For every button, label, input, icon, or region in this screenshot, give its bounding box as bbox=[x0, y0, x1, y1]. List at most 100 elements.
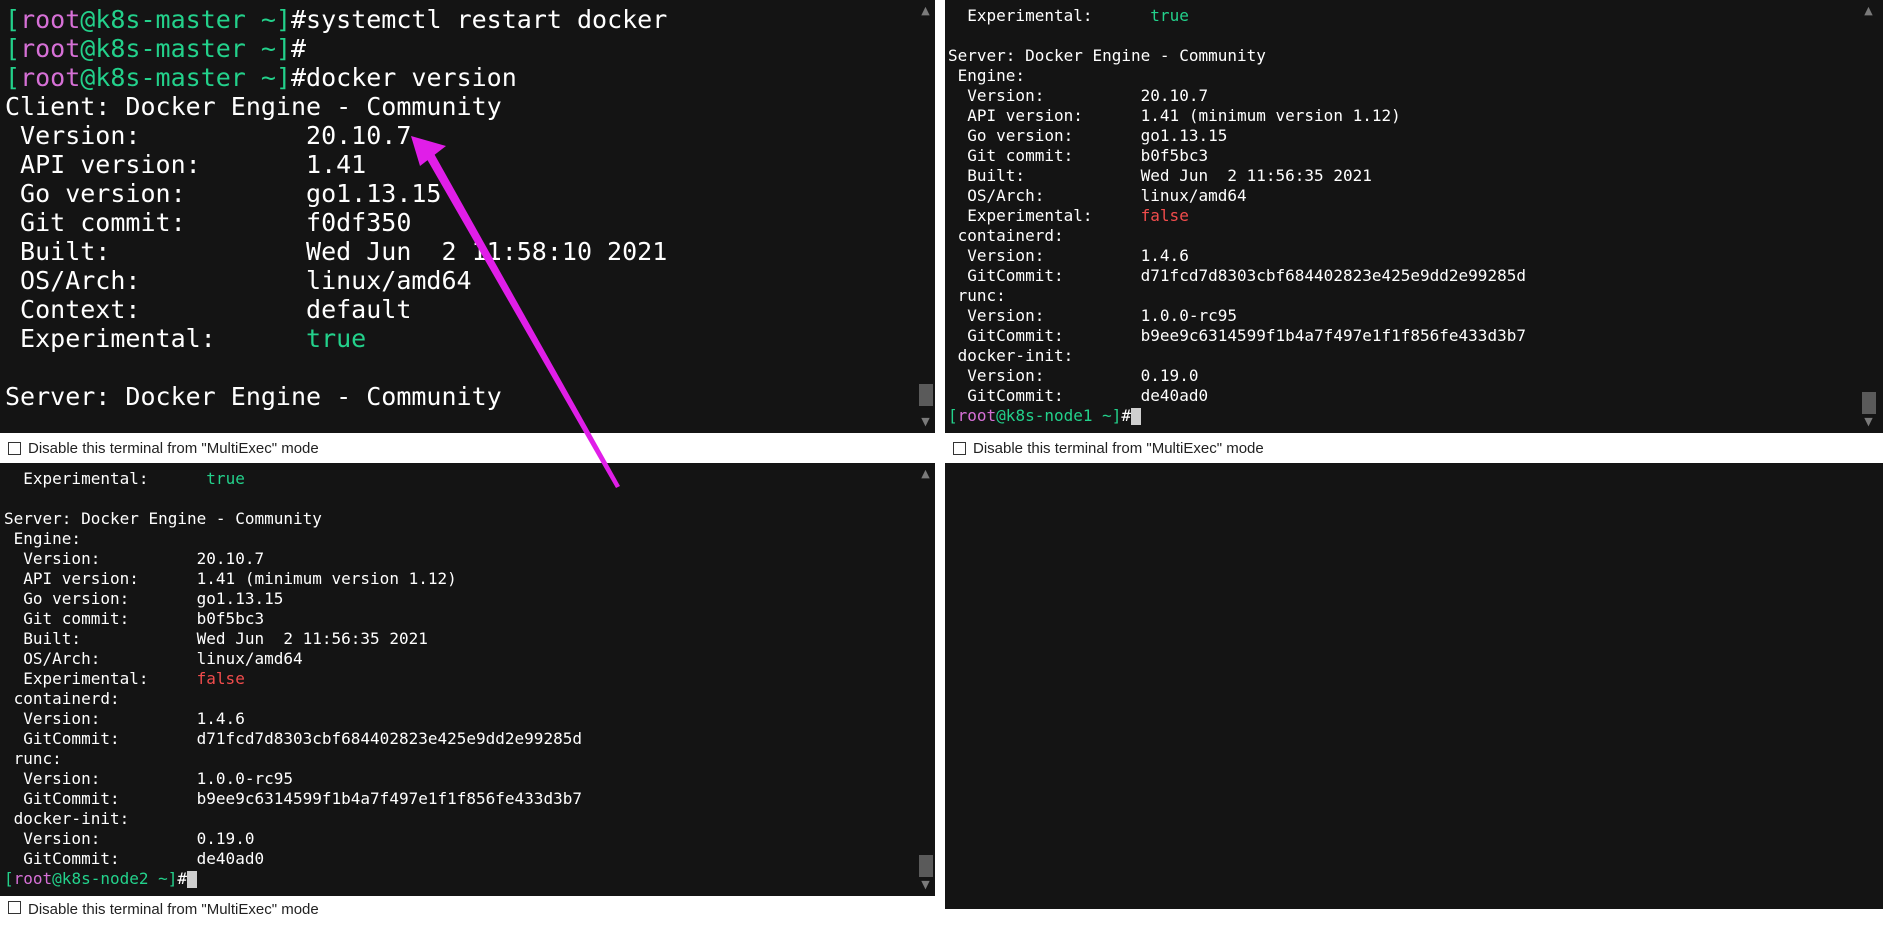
multiexec-bar-node1: Disable this terminal from "MultiExec" m… bbox=[945, 433, 1883, 463]
terminal-line: OS/Arch: linux/amd64 bbox=[4, 649, 582, 669]
terminal-line: Context: default bbox=[5, 295, 667, 324]
scrollbar-master[interactable]: ▲ ▼ bbox=[916, 0, 935, 433]
terminal-line: GitCommit: de40ad0 bbox=[948, 386, 1526, 406]
terminal-line: Version: 0.19.0 bbox=[4, 829, 582, 849]
terminal-line: Experimental: true bbox=[5, 324, 667, 353]
terminal-text: API version: 1.41 (minimum version 1.12) bbox=[4, 569, 457, 588]
multiexec-label[interactable]: Disable this terminal from "MultiExec" m… bbox=[28, 901, 319, 918]
terminal-text: Context: default bbox=[5, 295, 412, 324]
terminal-line: Server: Docker Engine - Community bbox=[4, 509, 582, 529]
terminal-line: Engine: bbox=[948, 66, 1526, 86]
terminal-text: # bbox=[291, 34, 307, 63]
scrollbar-node2[interactable]: ▲ ▼ bbox=[916, 463, 935, 896]
multiexec-checkbox[interactable] bbox=[8, 901, 21, 914]
terminal-line: Built: Wed Jun 2 11:56:35 2021 bbox=[948, 166, 1526, 186]
scroll-down-icon[interactable]: ▼ bbox=[920, 416, 931, 427]
terminal-text: [ bbox=[948, 406, 958, 425]
scroll-up-icon[interactable]: ▲ bbox=[920, 468, 931, 479]
terminal-line: [root@k8s-master ~]# bbox=[5, 34, 667, 63]
terminal-text: [ bbox=[4, 869, 14, 888]
scrollbar-thumb[interactable] bbox=[1862, 392, 1876, 414]
terminal-line: Experimental: true bbox=[4, 469, 582, 489]
multiexec-label[interactable]: Disable this terminal from "MultiExec" m… bbox=[28, 440, 319, 457]
scrollbar-thumb[interactable] bbox=[919, 384, 933, 406]
terminal-line: Client: Docker Engine - Community bbox=[5, 92, 667, 121]
terminal-text: true bbox=[206, 469, 245, 488]
terminal-line: Version: 0.19.0 bbox=[948, 366, 1526, 386]
scroll-up-icon[interactable]: ▲ bbox=[1863, 5, 1874, 16]
terminal-text: Version: 1.0.0-rc95 bbox=[4, 769, 293, 788]
terminal-line: Go version: go1.13.15 bbox=[948, 126, 1526, 146]
terminal-line: Version: 1.4.6 bbox=[948, 246, 1526, 266]
terminal-line: [root@k8s-master ~]#docker version bbox=[5, 63, 667, 92]
terminal-line: GitCommit: d71fcd7d8303cbf684402823e425e… bbox=[948, 266, 1526, 286]
terminal-text: runc: bbox=[4, 749, 62, 768]
terminal-text: Server: Docker Engine - Community bbox=[4, 509, 322, 528]
terminal-text: containerd: bbox=[4, 689, 120, 708]
terminal-line: OS/Arch: linux/amd64 bbox=[5, 266, 667, 295]
terminal-line: containerd: bbox=[948, 226, 1526, 246]
terminal-line: GitCommit: b9ee9c6314599f1b4a7f497e1f1f8… bbox=[948, 326, 1526, 346]
terminal-node2[interactable]: Experimental: true Server: Docker Engine… bbox=[0, 463, 935, 896]
terminal-master[interactable]: [root@k8s-master ~]#systemctl restart do… bbox=[0, 0, 935, 433]
scroll-down-icon[interactable]: ▼ bbox=[920, 879, 931, 890]
text-cursor bbox=[1131, 408, 1142, 425]
terminal-text: Git commit: b0f5bc3 bbox=[948, 146, 1209, 165]
terminal-line: Version: 20.10.7 bbox=[5, 121, 667, 150]
terminal-text: #systemctl restart docker bbox=[291, 5, 668, 34]
terminal-text: @k8s-node1 ~] bbox=[996, 406, 1122, 425]
terminal-text: Version: 20.10.7 bbox=[948, 86, 1209, 105]
terminal-line: Git commit: b0f5bc3 bbox=[4, 609, 582, 629]
terminal-text: @k8s-master ~] bbox=[80, 63, 291, 92]
multiexec-bar-node2: Disable this terminal from "MultiExec" m… bbox=[0, 896, 935, 926]
terminal-line: GitCommit: b9ee9c6314599f1b4a7f497e1f1f8… bbox=[4, 789, 582, 809]
terminal-empty[interactable] bbox=[945, 463, 1883, 909]
terminal-line: GitCommit: d71fcd7d8303cbf684402823e425e… bbox=[4, 729, 582, 749]
terminal-line: [root@k8s-node2 ~]# bbox=[4, 869, 582, 889]
terminal-node1-output: Experimental: true Server: Docker Engine… bbox=[948, 6, 1526, 426]
terminal-line: Version: 1.0.0-rc95 bbox=[948, 306, 1526, 326]
terminal-line: Experimental: false bbox=[948, 206, 1526, 226]
terminal-master-output: [root@k8s-master ~]#systemctl restart do… bbox=[5, 5, 667, 411]
scroll-up-icon[interactable]: ▲ bbox=[920, 5, 931, 16]
terminal-text: Engine: bbox=[948, 66, 1026, 85]
terminal-text: Server: Docker Engine - Community bbox=[5, 382, 502, 411]
terminal-text: docker-init: bbox=[948, 346, 1074, 365]
terminal-text: # bbox=[177, 869, 188, 888]
terminal-text: Experimental: bbox=[4, 669, 197, 688]
terminal-line: Go version: go1.13.15 bbox=[5, 179, 667, 208]
terminal-text: GitCommit: d71fcd7d8303cbf684402823e425e… bbox=[4, 729, 582, 748]
terminal-line: Built: Wed Jun 2 11:56:35 2021 bbox=[4, 629, 582, 649]
terminal-text: Version: 20.10.7 bbox=[5, 121, 412, 150]
scroll-down-icon[interactable]: ▼ bbox=[1863, 416, 1874, 427]
terminal-text: root bbox=[20, 34, 81, 63]
terminal-line: OS/Arch: linux/amd64 bbox=[948, 186, 1526, 206]
terminal-node2-output: Experimental: true Server: Docker Engine… bbox=[4, 469, 582, 889]
terminal-line: Version: 1.4.6 bbox=[4, 709, 582, 729]
terminal-line: Git commit: f0df350 bbox=[5, 208, 667, 237]
terminal-text: API version: 1.41 bbox=[5, 150, 367, 179]
multiexec-checkbox[interactable] bbox=[953, 441, 966, 455]
terminal-node1[interactable]: Experimental: true Server: Docker Engine… bbox=[945, 0, 1883, 433]
scrollbar-thumb[interactable] bbox=[919, 855, 933, 877]
terminal-text: Version: 20.10.7 bbox=[4, 549, 265, 568]
multiexec-label[interactable]: Disable this terminal from "MultiExec" m… bbox=[973, 440, 1264, 457]
terminal-text: Server: Docker Engine - Community bbox=[948, 46, 1266, 65]
terminal-text: @k8s-master ~] bbox=[80, 5, 291, 34]
terminal-line: GitCommit: de40ad0 bbox=[4, 849, 582, 869]
terminal-text: GitCommit: b9ee9c6314599f1b4a7f497e1f1f8… bbox=[4, 789, 582, 808]
terminal-text: OS/Arch: linux/amd64 bbox=[5, 266, 472, 295]
terminal-text: false bbox=[1140, 206, 1189, 225]
scrollbar-node1[interactable]: ▲ ▼ bbox=[1859, 0, 1878, 433]
terminal-text: Engine: bbox=[4, 529, 82, 548]
terminal-text: containerd: bbox=[948, 226, 1064, 245]
terminal-text: Experimental: bbox=[948, 206, 1141, 225]
terminal-line: Experimental: true bbox=[948, 6, 1526, 26]
terminal-text: Version: 0.19.0 bbox=[948, 366, 1199, 385]
terminal-line: Go version: go1.13.15 bbox=[4, 589, 582, 609]
terminal-line: [root@k8s-node1 ~]# bbox=[948, 406, 1526, 426]
multiexec-checkbox[interactable] bbox=[8, 441, 21, 455]
terminal-line: API version: 1.41 (minimum version 1.12) bbox=[948, 106, 1526, 126]
terminal-text: Go version: go1.13.15 bbox=[4, 589, 284, 608]
